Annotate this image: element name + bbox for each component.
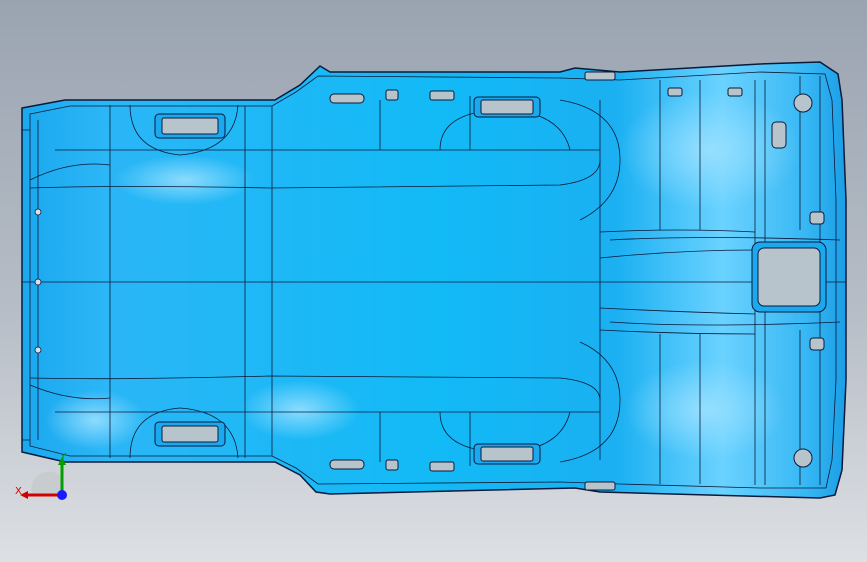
cad-viewport[interactable]: X Y: [0, 0, 867, 562]
highlight: [240, 380, 360, 440]
y-axis-label: Y: [60, 452, 67, 463]
highlight: [625, 360, 785, 460]
headliner-model[interactable]: [0, 0, 867, 562]
highlight: [620, 90, 800, 210]
highlight: [115, 155, 255, 205]
z-axis-dot: [57, 490, 67, 500]
coordinate-triad: X Y: [10, 452, 80, 515]
x-axis-label: X: [15, 486, 22, 497]
